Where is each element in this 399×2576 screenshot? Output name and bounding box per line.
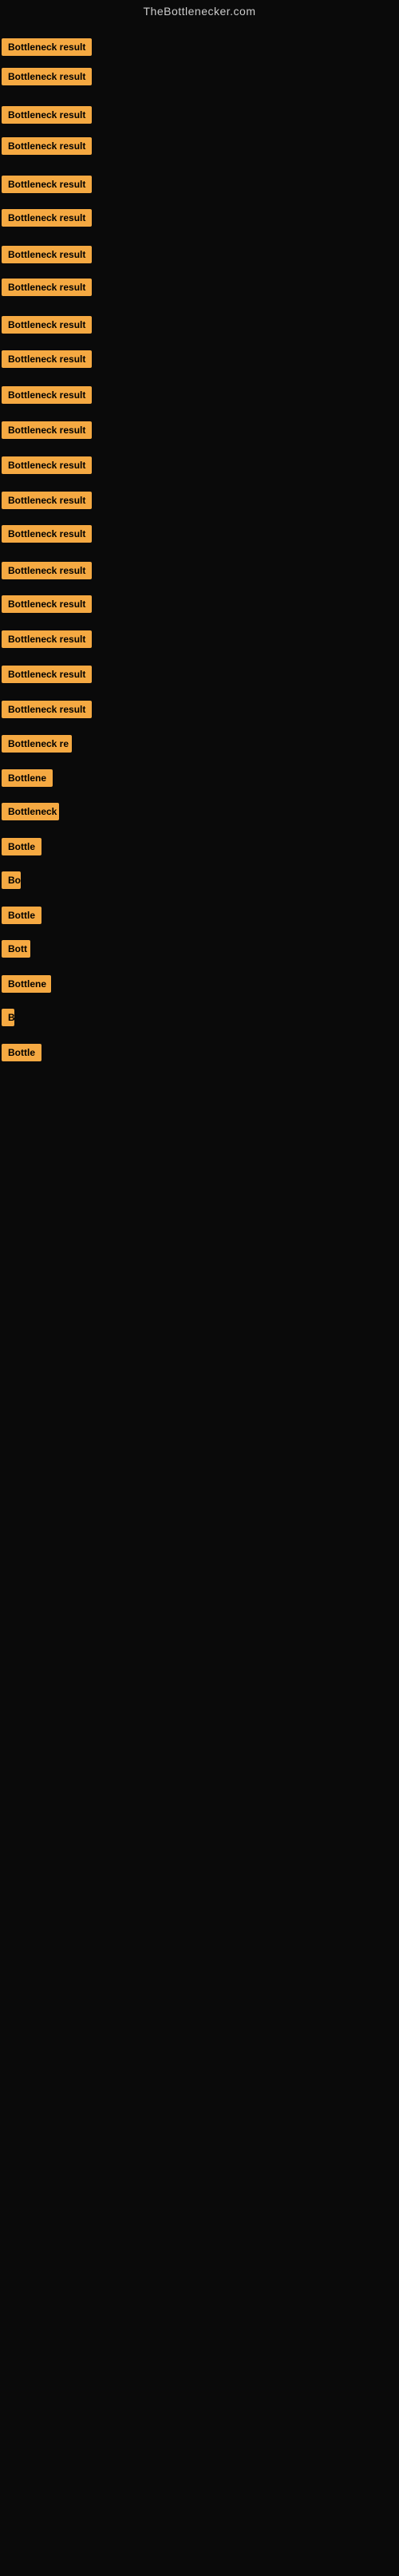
bottleneck-result-badge[interactable]: Bottleneck result	[2, 68, 92, 85]
badge-row-21: Bottleneck re	[2, 735, 72, 757]
bottleneck-result-badge[interactable]: Bottleneck result	[2, 106, 92, 124]
bottleneck-result-badge[interactable]: Bottleneck re	[2, 735, 72, 753]
badge-row-23: Bottleneck	[2, 803, 59, 824]
bottleneck-result-badge[interactable]: Bottleneck result	[2, 666, 92, 683]
badge-row-28: Bottlene	[2, 975, 51, 997]
badge-row-2: Bottleneck result	[2, 68, 92, 89]
bottleneck-result-badge[interactable]: Bottlene	[2, 975, 51, 993]
badge-row-26: Bottle	[2, 907, 41, 928]
bottleneck-result-badge[interactable]: Bottle	[2, 907, 41, 924]
badge-row-12: Bottleneck result	[2, 421, 92, 443]
badge-row-5: Bottleneck result	[2, 176, 92, 197]
bottleneck-result-badge[interactable]: Bottleneck result	[2, 137, 92, 155]
badge-row-8: Bottleneck result	[2, 279, 92, 300]
badge-row-11: Bottleneck result	[2, 386, 92, 408]
bottleneck-result-badge[interactable]: Bottleneck result	[2, 176, 92, 193]
badge-row-30: Bottle	[2, 1044, 41, 1065]
bottleneck-result-badge[interactable]: Bottleneck result	[2, 386, 92, 404]
badge-row-9: Bottleneck result	[2, 316, 92, 338]
badge-row-6: Bottleneck result	[2, 209, 92, 231]
badge-row-15: Bottleneck result	[2, 525, 92, 547]
bottleneck-result-badge[interactable]: Bottleneck result	[2, 525, 92, 543]
bottleneck-result-badge[interactable]: Bottleneck result	[2, 492, 92, 509]
bottleneck-result-badge[interactable]: Bottleneck result	[2, 456, 92, 474]
bottleneck-result-badge[interactable]: Bottle	[2, 1044, 41, 1061]
badge-row-3: Bottleneck result	[2, 106, 92, 128]
bottleneck-result-badge[interactable]: Bottleneck result	[2, 316, 92, 334]
bottleneck-result-badge[interactable]: Bottleneck result	[2, 595, 92, 613]
badge-row-1: Bottleneck result	[2, 38, 92, 60]
bottleneck-result-badge[interactable]: Bo	[2, 871, 21, 889]
badge-row-13: Bottleneck result	[2, 456, 92, 478]
badge-row-27: Bott	[2, 940, 30, 962]
bottleneck-result-badge[interactable]: Bottleneck result	[2, 630, 92, 648]
badge-row-4: Bottleneck result	[2, 137, 92, 159]
badge-row-29: B	[2, 1009, 14, 1030]
badge-row-25: Bo	[2, 871, 21, 893]
badge-row-14: Bottleneck result	[2, 492, 92, 513]
bottleneck-result-badge[interactable]: Bottleneck result	[2, 350, 92, 368]
site-title: TheBottlenecker.com	[0, 0, 399, 22]
badge-row-20: Bottleneck result	[2, 701, 92, 722]
bottleneck-result-badge[interactable]: Bottleneck result	[2, 279, 92, 296]
badge-row-16: Bottleneck result	[2, 562, 92, 583]
bottleneck-result-badge[interactable]: B	[2, 1009, 14, 1026]
bottleneck-result-badge[interactable]: Bottleneck result	[2, 421, 92, 439]
bottleneck-result-badge[interactable]: Bottleneck result	[2, 38, 92, 56]
badge-row-7: Bottleneck result	[2, 246, 92, 267]
badge-row-19: Bottleneck result	[2, 666, 92, 687]
badge-row-24: Bottle	[2, 838, 41, 859]
badge-row-18: Bottleneck result	[2, 630, 92, 652]
bottleneck-result-badge[interactable]: Bottlene	[2, 769, 53, 787]
bottleneck-result-badge[interactable]: Bottleneck result	[2, 562, 92, 579]
bottleneck-result-badge[interactable]: Bottleneck result	[2, 701, 92, 718]
bottleneck-result-badge[interactable]: Bott	[2, 940, 30, 958]
bottleneck-result-badge[interactable]: Bottleneck	[2, 803, 59, 820]
badge-row-10: Bottleneck result	[2, 350, 92, 372]
bottleneck-result-badge[interactable]: Bottle	[2, 838, 41, 855]
badge-row-22: Bottlene	[2, 769, 53, 791]
badge-row-17: Bottleneck result	[2, 595, 92, 617]
bottleneck-result-badge[interactable]: Bottleneck result	[2, 246, 92, 263]
bottleneck-result-badge[interactable]: Bottleneck result	[2, 209, 92, 227]
